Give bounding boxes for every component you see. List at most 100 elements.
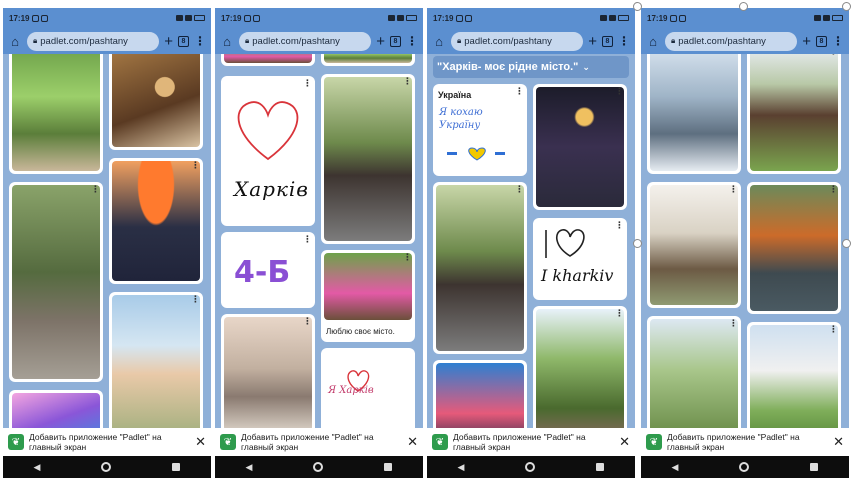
install-app-banner[interactable]: ❦ Добавить приложение "Padlet" на главны… <box>427 428 635 456</box>
more-options-icon[interactable]: ⋮ <box>615 221 624 230</box>
more-options-icon[interactable]: ⋮ <box>191 295 200 304</box>
tab-count-button[interactable]: 8 <box>390 35 401 47</box>
post-card[interactable] <box>321 54 415 66</box>
home-icon[interactable]: ⌂ <box>8 34 22 49</box>
more-options-icon[interactable]: ⋮ <box>615 309 624 318</box>
post-card[interactable] <box>221 54 315 66</box>
new-tab-button[interactable]: + <box>802 33 811 50</box>
install-app-banner[interactable]: ❦ Добавить приложение "Padlet" на главны… <box>215 428 423 456</box>
home-icon[interactable]: ⌂ <box>432 34 446 49</box>
resize-handle[interactable] <box>633 2 642 11</box>
flag-heart-icon <box>447 147 505 161</box>
resize-handle[interactable] <box>633 239 642 248</box>
post-card[interactable]: ⋮ <box>109 158 203 284</box>
recents-icon[interactable] <box>810 463 819 471</box>
post-card[interactable] <box>109 54 203 150</box>
recents-icon[interactable] <box>596 463 605 471</box>
post-card[interactable]: ⋮ <box>747 54 841 174</box>
menu-icon[interactable]: ⋮ <box>618 34 630 48</box>
address-bar[interactable]: 🔒︎ padlet.com/pashtany <box>27 31 160 51</box>
more-options-icon[interactable]: ⋮ <box>91 185 100 194</box>
post-card[interactable] <box>647 54 741 174</box>
post-photo <box>436 185 524 351</box>
recents-icon[interactable] <box>384 463 393 471</box>
post-card[interactable]: ⋮ <box>647 182 741 308</box>
post-card[interactable]: ⋮ <box>747 182 841 314</box>
drawing-card[interactable]: Харків ⋮ <box>221 76 315 226</box>
post-card[interactable]: ⋮ <box>647 316 741 428</box>
resize-handle[interactable] <box>739 2 748 11</box>
post-card[interactable]: ⋮ <box>747 322 841 428</box>
post-card[interactable]: ⋮ <box>533 306 627 428</box>
home-icon[interactable]: ⌂ <box>220 34 234 49</box>
post-card[interactable]: ⋮ <box>109 292 203 428</box>
more-options-icon[interactable]: ⋮ <box>829 54 838 56</box>
home-button-icon[interactable] <box>313 462 324 472</box>
more-options-icon[interactable]: ⋮ <box>729 185 738 194</box>
section-header[interactable]: "Харків- моє рідне місто." ⌄ <box>433 56 629 78</box>
address-bar[interactable]: 🔒︎ padlet.com/pashtany <box>665 31 798 51</box>
home-button-icon[interactable] <box>101 462 112 472</box>
post-card[interactable]: ⋮ <box>221 314 315 428</box>
more-options-icon[interactable]: ⋮ <box>303 317 312 326</box>
post-card[interactable]: ⋮ <box>9 182 103 382</box>
drawing-card[interactable]: Україна Я кохаю Україну ⋮ <box>433 84 527 176</box>
url-text: padlet.com/pashtany <box>252 35 340 47</box>
new-tab-button[interactable]: + <box>376 33 385 50</box>
home-icon[interactable]: ⌂ <box>646 34 660 49</box>
new-tab-button[interactable]: + <box>588 33 597 50</box>
close-icon[interactable]: ✕ <box>407 434 418 450</box>
post-card[interactable]: ⋮ Люблю своє місто. <box>321 250 415 342</box>
close-icon[interactable]: ✕ <box>833 434 844 450</box>
install-banner-text: Добавить приложение "Padlet" на главный … <box>241 431 374 452</box>
resize-handle[interactable] <box>842 2 851 11</box>
close-icon[interactable]: ✕ <box>619 434 630 450</box>
post-card[interactable] <box>9 390 103 428</box>
more-options-icon[interactable]: ⋮ <box>403 253 412 262</box>
close-icon[interactable]: ✕ <box>195 434 206 450</box>
menu-icon[interactable]: ⋮ <box>406 34 418 48</box>
more-options-icon[interactable]: ⋮ <box>303 79 312 88</box>
resize-handle[interactable] <box>842 239 851 248</box>
install-app-banner[interactable]: ❦ Добавить приложение "Padlet" на главны… <box>641 428 849 456</box>
post-card[interactable]: ⋮ <box>533 84 627 210</box>
post-card[interactable]: ⋮ <box>321 74 415 244</box>
more-options-icon[interactable]: ⋮ <box>615 87 624 96</box>
install-banner-text: Добавить приложение "Padlet" на главный … <box>29 431 162 452</box>
more-options-icon[interactable]: ⋮ <box>729 319 738 328</box>
drawing-card[interactable]: 4-Б ⋮ <box>221 232 315 308</box>
install-app-banner[interactable]: ❦ Добавить приложение "Padlet" на главны… <box>3 428 211 456</box>
drawing-text: I kharkiv <box>541 266 614 285</box>
home-button-icon[interactable] <box>739 462 750 472</box>
drawing-card[interactable]: Я Харків <box>321 348 415 428</box>
menu-icon[interactable]: ⋮ <box>832 34 844 48</box>
back-icon[interactable]: ◀ <box>34 462 41 473</box>
more-options-icon[interactable]: ⋮ <box>191 161 200 170</box>
tab-count-button[interactable]: 8 <box>178 35 189 47</box>
more-options-icon[interactable]: ⋮ <box>303 235 312 244</box>
back-icon[interactable]: ◀ <box>246 462 253 473</box>
drawing-text: Я кохаю Україну <box>439 107 483 131</box>
menu-icon[interactable]: ⋮ <box>194 34 206 48</box>
more-options-icon[interactable]: ⋮ <box>829 325 838 334</box>
tab-count-button[interactable]: 8 <box>602 35 613 47</box>
post-card[interactable] <box>433 360 527 428</box>
chevron-down-icon[interactable]: ⌄ <box>582 62 590 73</box>
battery-icon <box>832 15 843 21</box>
more-options-icon[interactable]: ⋮ <box>829 185 838 194</box>
post-card[interactable]: ⋮ <box>433 182 527 354</box>
tab-count-button[interactable]: 8 <box>816 35 827 47</box>
new-tab-button[interactable]: + <box>164 33 173 50</box>
back-icon[interactable]: ◀ <box>672 462 679 473</box>
home-button-icon[interactable] <box>525 462 536 472</box>
padlet-logo-icon: ❦ <box>220 434 236 450</box>
address-bar[interactable]: 🔒︎ padlet.com/pashtany <box>451 31 584 51</box>
post-card[interactable] <box>9 54 103 174</box>
recents-icon[interactable] <box>172 463 181 471</box>
more-options-icon[interactable]: ⋮ <box>515 87 524 96</box>
more-options-icon[interactable]: ⋮ <box>515 185 524 194</box>
drawing-card[interactable]: I kharkiv ⋮ <box>533 218 627 300</box>
address-bar[interactable]: 🔒︎ padlet.com/pashtany <box>239 31 372 51</box>
back-icon[interactable]: ◀ <box>458 462 465 473</box>
more-options-icon[interactable]: ⋮ <box>403 77 412 86</box>
